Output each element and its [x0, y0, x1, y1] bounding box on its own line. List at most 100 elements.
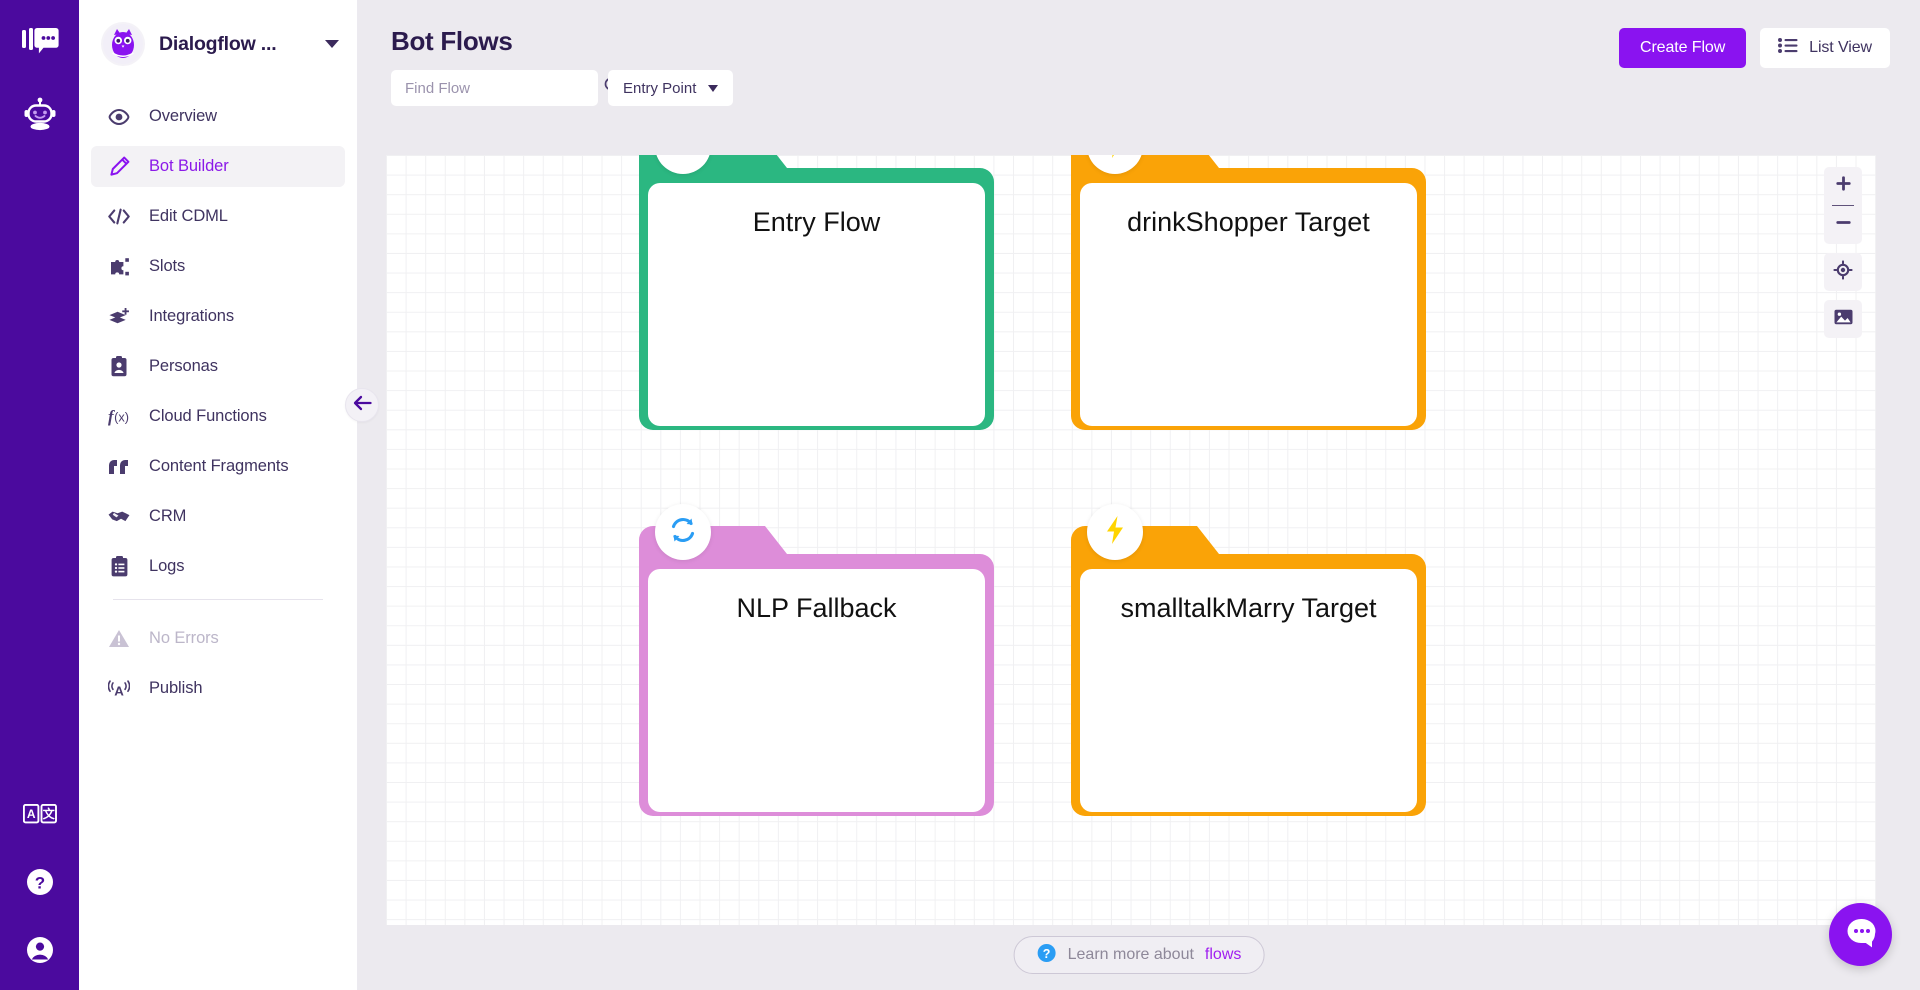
svg-text:A: A: [26, 807, 35, 821]
arrow-left-icon: [353, 395, 372, 416]
recenter-button[interactable]: [1824, 253, 1862, 291]
check-icon: [668, 155, 698, 161]
canvas-controls: [1824, 167, 1862, 338]
flow-label: NLP Fallback: [736, 593, 897, 623]
sidebar-item-bot-builder[interactable]: Bot Builder: [91, 146, 345, 187]
sidebar-item-edit-cdml[interactable]: Edit CDML: [91, 196, 345, 237]
target-icon: [1833, 259, 1853, 285]
sidebar-item-no-errors[interactable]: No Errors: [91, 618, 345, 659]
folder-shape: NLP Fallback: [639, 504, 994, 821]
sidebar-item-label: Edit CDML: [149, 207, 228, 225]
list-icon: [1778, 38, 1798, 58]
main-content: Bot Flows Create Flow List View Find Flo…: [358, 0, 1920, 990]
learn-more-text: Learn more about: [1067, 946, 1194, 963]
sidebar-divider: [113, 599, 323, 600]
header-actions: Create Flow List View: [1619, 26, 1890, 68]
bot-avatar-icon[interactable]: [20, 94, 60, 134]
sidebar-item-label: Personas: [149, 357, 218, 375]
chat-fab-button[interactable]: [1829, 903, 1892, 966]
learn-more-pill[interactable]: ? Learn more about flows: [1013, 936, 1265, 974]
sidebar-item-overview[interactable]: Overview: [91, 96, 345, 137]
flow-card-drinkshopper-target[interactable]: drinkShopper Target: [1071, 155, 1426, 435]
list-view-label: List View: [1809, 39, 1872, 56]
sidebar-collapse-button[interactable]: [345, 388, 379, 422]
svg-text:文: 文: [42, 806, 55, 821]
flow-card-entry-flow[interactable]: Entry Flow: [639, 155, 994, 435]
flow-card-smalltalkmarry-target[interactable]: smalltalkMarry Target: [1071, 504, 1426, 821]
folder-shape: Entry Flow: [639, 155, 994, 435]
sidebar-item-label: Bot Builder: [149, 157, 229, 175]
translate-icon[interactable]: A 文: [20, 794, 60, 834]
flows-toolbar: Entry Point: [358, 70, 1920, 106]
flow-canvas[interactable]: Entry Flow drinkShopper Target NLP Fallb…: [386, 155, 1876, 925]
sidebar-item-label: Slots: [149, 257, 186, 275]
search-input[interactable]: [405, 79, 604, 97]
svg-text:(x): (x): [114, 409, 129, 424]
entry-point-filter[interactable]: Entry Point: [608, 70, 734, 106]
app-root: A 文 ? Dialogflow ... Overview Bot Builde…: [0, 0, 1920, 990]
page-title: Bot Flows: [391, 26, 513, 56]
sidebar-item-crm[interactable]: CRM: [91, 496, 345, 537]
control-divider: [1832, 205, 1854, 206]
broadcast-icon: A: [108, 679, 130, 699]
brand-name: Dialogflow ...: [159, 32, 277, 55]
create-flow-button[interactable]: Create Flow: [1619, 28, 1747, 68]
svg-text:A: A: [114, 683, 124, 698]
sidebar-item-cloud-functions[interactable]: f (x) Cloud Functions: [91, 396, 345, 437]
sidebar-item-slots[interactable]: Slots: [91, 246, 345, 287]
sidebar-item-label: Cloud Functions: [149, 407, 267, 425]
flow-label: drinkShopper Target: [1127, 207, 1370, 237]
quote-icon: [108, 459, 130, 475]
zoom-out-button[interactable]: [1824, 206, 1862, 244]
sidebar-item-label: Overview: [149, 107, 217, 125]
sidebar-item-label: Logs: [149, 557, 185, 575]
export-image-button[interactable]: [1824, 300, 1862, 338]
sidebar-item-personas[interactable]: Personas: [91, 346, 345, 387]
export-control-group: [1824, 300, 1862, 338]
chevron-down-icon[interactable]: [325, 40, 339, 48]
sidebar-nav: Overview Bot Builder Edit CDML Slots Int…: [79, 96, 357, 709]
svg-text:?: ?: [34, 874, 44, 893]
zoom-control-group: [1824, 167, 1862, 244]
chat-bubble-icon: [1844, 916, 1878, 953]
lightning-icon: [1105, 515, 1125, 550]
sidebar: Dialogflow ... Overview Bot Builder Edit…: [79, 0, 379, 990]
account-icon[interactable]: [20, 930, 60, 970]
list-view-button[interactable]: List View: [1760, 28, 1890, 68]
help-icon[interactable]: ?: [20, 862, 60, 902]
rail-bottom-group: A 文 ?: [0, 794, 79, 970]
flow-label: smalltalkMarry Target: [1120, 593, 1377, 623]
sidebar-item-label: Integrations: [149, 307, 235, 325]
chat-logo-icon[interactable]: [20, 22, 60, 62]
find-flow-search[interactable]: [391, 70, 621, 106]
flow-card-nlp-fallback[interactable]: NLP Fallback: [639, 504, 994, 821]
lightning-icon: [1105, 155, 1125, 164]
flow-label: Entry Flow: [752, 207, 881, 237]
svg-text:?: ?: [1043, 947, 1051, 961]
entry-point-filter-label: Entry Point: [623, 79, 697, 97]
left-icon-rail: A 文 ?: [0, 0, 79, 990]
sidebar-item-logs[interactable]: Logs: [91, 546, 345, 587]
pencil-icon: [108, 156, 130, 177]
sidebar-item-integrations[interactable]: Integrations: [91, 296, 345, 337]
flow-status-badge: [1087, 504, 1143, 560]
sidebar-item-publish[interactable]: A Publish: [91, 668, 345, 709]
flow-status-badge: [655, 504, 711, 560]
owl-avatar-icon: [101, 22, 145, 66]
zoom-in-button[interactable]: [1824, 167, 1862, 205]
sidebar-item-label: Content Fragments: [149, 457, 289, 475]
folder-shape: drinkShopper Target: [1071, 155, 1426, 435]
sidebar-item-content-fragments[interactable]: Content Fragments: [91, 446, 345, 487]
recenter-control-group: [1824, 253, 1862, 291]
puzzle-icon: [108, 257, 130, 277]
handshake-icon: [108, 509, 130, 524]
clipboard-list-icon: [108, 556, 130, 577]
minus-icon: [1835, 214, 1852, 236]
brand-selector[interactable]: Dialogflow ...: [79, 0, 357, 82]
id-badge-icon: [108, 356, 130, 377]
plus-icon: [1835, 175, 1852, 197]
image-icon: [1834, 309, 1853, 330]
sidebar-item-label: CRM: [149, 507, 187, 525]
flows-link[interactable]: flows: [1205, 946, 1241, 964]
folder-shape: smalltalkMarry Target: [1071, 504, 1426, 821]
